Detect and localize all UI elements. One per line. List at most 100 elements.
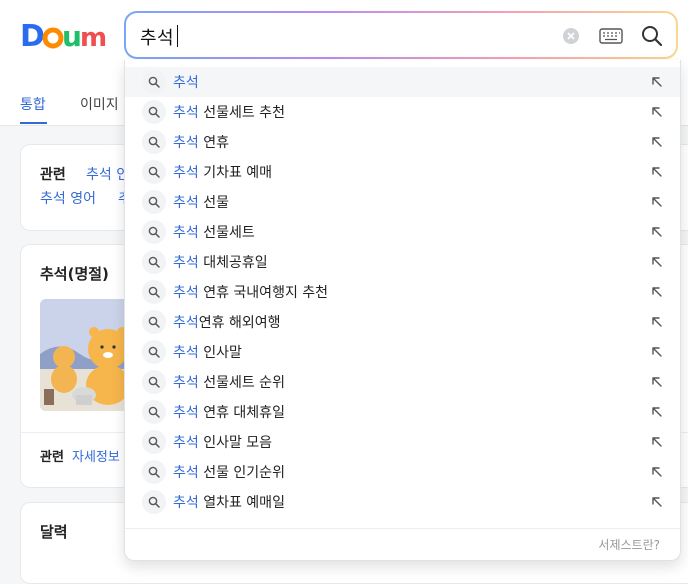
calendar-title[interactable]: 달력	[40, 521, 68, 542]
fill-query-arrow-icon[interactable]	[651, 436, 663, 448]
suggestion-item[interactable]: 추석 선물 인기순위	[125, 457, 680, 487]
search-icon	[148, 166, 160, 178]
fill-query-arrow-icon[interactable]	[651, 346, 663, 358]
suggestion-keyword: 추석	[173, 405, 199, 421]
suggestion-rest: 연휴	[198, 135, 229, 151]
svg-text:m: m	[80, 23, 106, 52]
fill-query-arrow-icon[interactable]	[651, 286, 663, 298]
suggestion-rest: 연휴 국내여행지 추천	[198, 285, 329, 301]
search-icon[interactable]	[640, 24, 664, 48]
suggestion-item[interactable]: 추석 열차표 예매일	[125, 487, 680, 517]
keyboard-icon[interactable]	[599, 27, 623, 45]
suggestion-keyword: 추석	[173, 75, 199, 91]
suggestion-item[interactable]: 추석 연휴 국내여행지 추천	[125, 277, 680, 307]
dropdown-footer: 서제스트란?	[125, 528, 680, 560]
clear-icon[interactable]	[563, 28, 579, 44]
suggestion-item[interactable]: 추석 선물	[125, 187, 680, 217]
suggestion-item[interactable]: 추석연휴 해외여행	[125, 307, 680, 337]
search-icon	[148, 346, 160, 358]
suggestion-keyword: 추석	[173, 165, 199, 181]
related-link[interactable]: 추석 인	[86, 164, 129, 184]
search-input[interactable]: 추석	[140, 24, 174, 50]
search-icon	[148, 316, 160, 328]
tab-all[interactable]: 통합	[20, 94, 46, 114]
search-icon	[148, 76, 160, 88]
suggestion-rest: 선물세트	[198, 225, 255, 241]
suggestion-item[interactable]: 추석 선물세트 순위	[125, 367, 680, 397]
search-icon	[148, 406, 160, 418]
svg-text:u: u	[62, 20, 82, 52]
suggestion-keyword: 추석	[173, 195, 199, 211]
suggestion-text: 추석 연휴 대체휴일	[173, 402, 285, 422]
suggestion-rest: 선물 인기순위	[198, 465, 285, 481]
suggestion-text: 추석 인사말 모음	[173, 432, 272, 452]
daum-logo[interactable]: D u m	[20, 18, 106, 52]
suggestion-item[interactable]: 추석 인사말	[125, 337, 680, 367]
suggestion-rest: 선물	[198, 195, 229, 211]
search-icon	[148, 136, 160, 148]
suggestion-rest: 연휴 해외여행	[198, 315, 281, 331]
holiday-detail-link[interactable]: 자세정보	[72, 446, 120, 465]
search-box[interactable]: 추석	[124, 11, 678, 59]
fill-query-arrow-icon[interactable]	[651, 406, 663, 418]
fill-query-arrow-icon[interactable]	[651, 166, 663, 178]
related-label: 관련	[40, 167, 66, 183]
suggestion-rest: 대체공휴일	[198, 255, 268, 271]
fill-query-arrow-icon[interactable]	[651, 256, 663, 268]
fill-query-arrow-icon[interactable]	[651, 376, 663, 388]
search-icon	[148, 376, 160, 388]
suggestion-keyword: 추석	[173, 105, 199, 121]
suggestion-rest: 열차표 예매일	[198, 495, 285, 511]
suggestion-text: 추석연휴 해외여행	[173, 312, 281, 332]
related-link[interactable]: 추석 영어	[40, 188, 96, 208]
suggestion-text: 추석 선물	[173, 192, 229, 212]
suggestion-text: 추석 인사말	[173, 342, 242, 362]
suggest-help-link[interactable]: 서제스트란?	[598, 536, 660, 553]
suggestion-item[interactable]: 추석 연휴 대체휴일	[125, 397, 680, 427]
fill-query-arrow-icon[interactable]	[651, 496, 663, 508]
search-icon	[148, 196, 160, 208]
text-caret	[177, 25, 178, 47]
suggestion-text: 추석 대체공휴일	[173, 252, 268, 272]
suggestion-text: 추석	[173, 72, 199, 92]
holiday-illustration[interactable]	[40, 299, 132, 411]
search-icon	[148, 436, 160, 448]
suggestion-text: 추석 선물세트 순위	[173, 372, 285, 392]
suggestion-text: 추석 선물세트 추천	[173, 102, 285, 122]
fill-query-arrow-icon[interactable]	[651, 226, 663, 238]
suggestion-keyword: 추석	[173, 345, 199, 361]
suggestion-rest: 선물세트 추천	[198, 105, 285, 121]
suggestion-item[interactable]: 추석 기차표 예매	[125, 157, 680, 187]
suggestion-rest: 인사말 모음	[198, 435, 273, 451]
fill-query-arrow-icon[interactable]	[651, 136, 663, 148]
fill-query-arrow-icon[interactable]	[651, 466, 663, 478]
suggestion-rest: 기차표 예매	[198, 165, 273, 181]
suggestion-item[interactable]: 추석 선물세트	[125, 217, 680, 247]
suggestion-rest: 인사말	[198, 345, 242, 361]
suggestion-dropdown: 서제스트란? 추석 추석 선물세트 추천 추석 연휴 추석 기차표 예매 추석 선물 추석…	[124, 60, 681, 561]
fill-query-arrow-icon[interactable]	[651, 106, 663, 118]
search-icon	[148, 496, 160, 508]
holiday-related-label: 관련	[40, 450, 64, 465]
suggestion-text: 추석 선물세트	[173, 222, 255, 242]
fill-query-arrow-icon[interactable]	[651, 196, 663, 208]
suggestion-keyword: 추석	[173, 135, 199, 151]
suggestion-item[interactable]: 추석 인사말 모음	[125, 427, 680, 457]
suggestion-keyword: 추석	[173, 495, 199, 511]
fill-query-arrow-icon[interactable]	[651, 76, 663, 88]
suggestion-keyword: 추석	[173, 255, 199, 271]
suggestion-keyword: 추석	[173, 225, 199, 241]
fill-query-arrow-icon[interactable]	[651, 316, 663, 328]
suggestion-item[interactable]: 추석 선물세트 추천	[125, 97, 680, 127]
suggestion-item[interactable]: 추석 연휴	[125, 127, 680, 157]
suggestion-text: 추석 열차표 예매일	[173, 492, 285, 512]
suggestion-rest: 연휴 대체휴일	[198, 405, 285, 421]
tab-images[interactable]: 이미지	[80, 94, 119, 114]
holiday-title[interactable]: 추석(명절)	[40, 263, 109, 284]
search-icon	[148, 286, 160, 298]
suggestion-item[interactable]: 추석	[125, 67, 680, 97]
suggestion-keyword: 추석	[173, 315, 199, 331]
search-icon	[148, 106, 160, 118]
suggestion-item[interactable]: 추석 대체공휴일	[125, 247, 680, 277]
svg-text:D: D	[20, 19, 45, 52]
